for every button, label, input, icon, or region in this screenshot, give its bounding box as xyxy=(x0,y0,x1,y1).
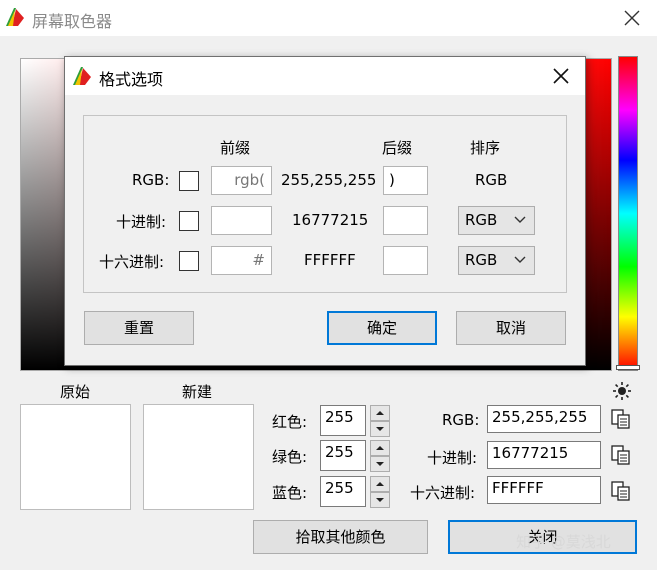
rgb-output-field[interactable]: 255,255,255 xyxy=(487,405,601,433)
blue-increment[interactable] xyxy=(370,476,390,492)
arrow-up-icon xyxy=(376,411,384,415)
order-header: 排序 xyxy=(470,139,501,157)
brightness-icon[interactable] xyxy=(612,381,632,401)
format-options-dialog: 格式选项 前缀 后缀 排序 RGB: rgb( 255,255,255 ) RG… xyxy=(64,56,586,366)
decimal-order-select[interactable]: RGB xyxy=(458,206,535,235)
hex-order-select[interactable]: RGB xyxy=(458,246,535,275)
red-decrement[interactable] xyxy=(370,421,390,437)
color-picker-app-icon xyxy=(73,67,91,85)
dialog-title: 格式选项 xyxy=(99,70,164,89)
copy-rgb-icon[interactable] xyxy=(610,408,632,430)
decimal-output-label: 十进制: xyxy=(427,449,478,467)
chevron-down-icon xyxy=(514,256,526,263)
hue-slider-handle[interactable] xyxy=(616,365,640,370)
dialog-titlebar: 格式选项 xyxy=(65,57,585,95)
new-color-swatch xyxy=(143,404,254,510)
chevron-down-icon xyxy=(514,216,526,223)
rgb-format-checkbox[interactable] xyxy=(179,171,199,191)
arrow-down-icon xyxy=(376,498,384,502)
hex-format-checkbox[interactable] xyxy=(179,251,199,271)
original-label: 原始 xyxy=(60,383,91,401)
original-color-swatch xyxy=(20,404,131,510)
reset-button[interactable]: 重置 xyxy=(84,311,194,345)
decimal-output-field[interactable]: 16777215 xyxy=(487,441,601,469)
hex-suffix-input[interactable] xyxy=(383,246,428,275)
rgb-prefix-input[interactable]: rgb( xyxy=(211,166,272,195)
green-input[interactable]: 255 xyxy=(320,440,366,471)
decimal-prefix-input[interactable] xyxy=(211,206,272,235)
arrow-down-icon xyxy=(376,427,384,431)
arrow-down-icon xyxy=(376,462,384,466)
main-close-icon[interactable] xyxy=(620,6,644,30)
green-increment[interactable] xyxy=(370,440,390,456)
red-label: 红色: xyxy=(272,413,308,431)
watermark-text: 知乎 @莫浅北 xyxy=(516,533,611,551)
decimal-format-label: 十进制: xyxy=(116,213,167,231)
copy-decimal-icon[interactable] xyxy=(610,444,632,466)
hex-prefix-input[interactable]: # xyxy=(211,246,272,275)
rgb-format-label: RGB: xyxy=(132,171,170,189)
hex-order-selected: RGB xyxy=(465,251,498,269)
blue-decrement[interactable] xyxy=(370,492,390,508)
decimal-suffix-input[interactable] xyxy=(383,206,428,235)
ok-button[interactable]: 确定 xyxy=(327,311,437,345)
prefix-header: 前缀 xyxy=(220,139,251,157)
hue-slider[interactable] xyxy=(618,56,638,371)
decimal-format-preview: 16777215 xyxy=(292,211,369,229)
green-decrement[interactable] xyxy=(370,456,390,472)
rgb-suffix-input[interactable]: ) xyxy=(383,166,428,195)
pick-other-color-button[interactable]: 拾取其他颜色 xyxy=(253,520,428,554)
red-input[interactable]: 255 xyxy=(320,405,366,436)
rgb-output-label: RGB: xyxy=(442,411,480,429)
arrow-up-icon xyxy=(376,446,384,450)
hex-format-preview: FFFFFF xyxy=(304,251,356,269)
red-increment[interactable] xyxy=(370,405,390,421)
new-label: 新建 xyxy=(182,383,213,401)
format-options-group: 前缀 后缀 排序 RGB: rgb( 255,255,255 ) RGB 十进制… xyxy=(83,115,567,293)
hex-format-label: 十六进制: xyxy=(99,253,165,271)
hex-output-field[interactable]: FFFFFF xyxy=(487,476,601,504)
rgb-order-value: RGB xyxy=(475,171,508,189)
main-titlebar: 屏幕取色器 xyxy=(0,0,657,36)
rgb-format-preview: 255,255,255 xyxy=(281,171,377,189)
main-window-title: 屏幕取色器 xyxy=(32,12,113,31)
cancel-button[interactable]: 取消 xyxy=(456,311,566,345)
decimal-format-checkbox[interactable] xyxy=(179,211,199,231)
hex-output-label: 十六进制: xyxy=(410,484,476,502)
suffix-header: 后缀 xyxy=(382,139,413,157)
copy-hex-icon[interactable] xyxy=(610,480,632,502)
dialog-close-icon[interactable] xyxy=(551,66,571,86)
blue-input[interactable]: 255 xyxy=(320,476,366,507)
decimal-order-selected: RGB xyxy=(465,211,498,229)
arrow-up-icon xyxy=(376,482,384,486)
blue-label: 蓝色: xyxy=(272,484,308,502)
green-label: 绿色: xyxy=(272,448,308,466)
color-picker-app-icon xyxy=(6,8,24,26)
